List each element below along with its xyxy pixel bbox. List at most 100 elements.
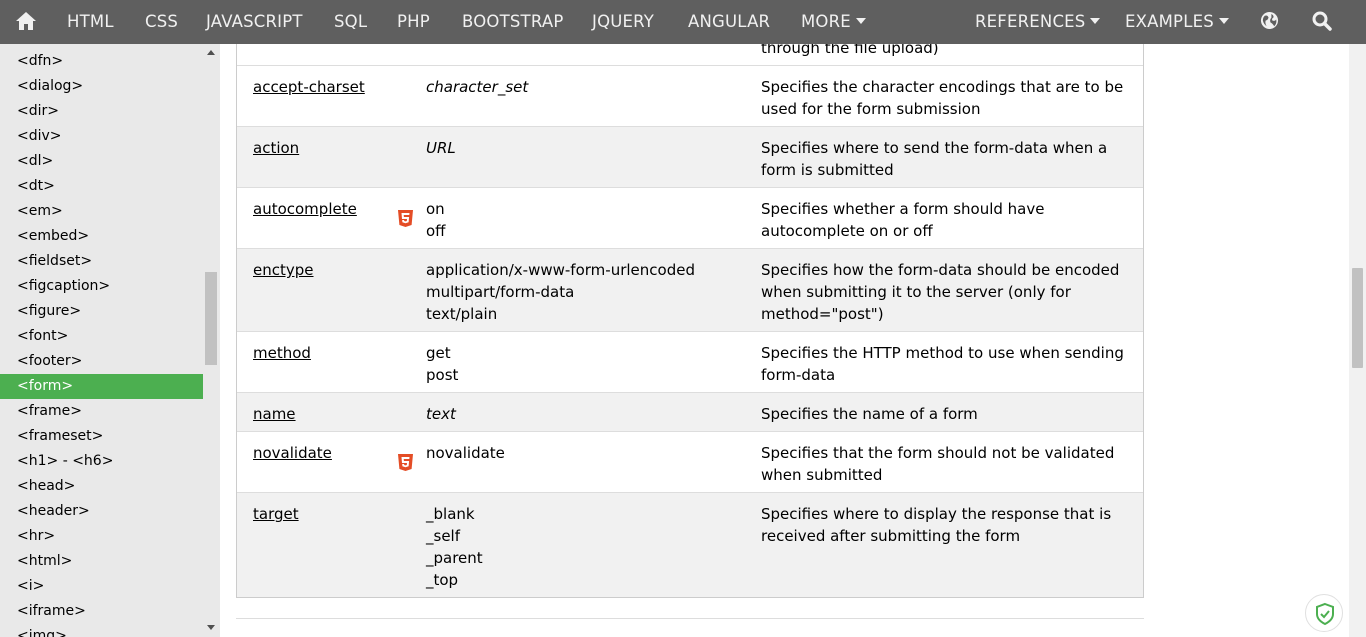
nav-javascript[interactable]: JAVASCRIPT [206,0,303,44]
caret-down-icon [1090,17,1101,24]
html5-badge-icon [398,454,413,477]
nav-bootstrap[interactable]: BOOTSTRAP [462,0,563,44]
value-cell: application/x-www-form-urlencoded multipa… [426,259,695,325]
value-line: off [426,222,446,240]
table-row: accept-charset character_set Specifies the… [237,65,1143,126]
attribute-link[interactable]: accept-charset [253,76,365,98]
value-line: _parent [426,549,483,567]
value-line: _self [426,527,460,545]
description-cell: Specifies how the form-data should be en… [761,261,1120,323]
nav-examples-dropdown[interactable]: EXAMPLES [1125,0,1229,44]
sidebar-scrollbar[interactable] [203,44,220,637]
value-line: post [426,366,459,384]
main-content: through the file upload) accept-charset c… [220,44,1349,637]
shield-check-button[interactable] [1305,594,1343,632]
table-row: enctype application/x-www-form-urlencoded… [237,248,1143,331]
sidebar-item[interactable]: <dt> [0,174,203,199]
sidebar-item[interactable]: <frameset> [0,424,203,449]
divider [236,618,1144,619]
nav-jquery[interactable]: JQUERY [592,0,654,44]
value-cell: _blank _self _parent _top [426,503,483,591]
page-scrollbar[interactable] [1349,44,1366,637]
sidebar-item[interactable]: <h1> - <h6> [0,449,203,474]
sidebar-item[interactable]: <dialog> [0,74,203,99]
sidebar-item[interactable]: <font> [0,324,203,349]
description-cell: Specifies the character encodings that a… [761,78,1124,118]
sidebar-item[interactable]: <em> [0,199,203,224]
value-line: text/plain [426,305,498,323]
table-row-partial: through the file upload) [237,44,1143,65]
nav-more-label: MORE [801,12,851,31]
sidebar-item[interactable]: <fieldset> [0,249,203,274]
sidebar-item[interactable]: <iframe> [0,599,203,624]
value-cell: URL [426,137,456,159]
value-line: _blank [426,505,475,523]
shield-check-icon [1316,602,1334,626]
value-cell: on off [426,198,446,242]
home-button[interactable] [0,0,52,44]
home-icon [16,12,36,30]
value-line: application/x-www-form-urlencoded [426,261,695,279]
attribute-link[interactable]: method [253,342,311,364]
nav-references-dropdown[interactable]: REFERENCES [975,0,1101,44]
nav-css[interactable]: CSS [145,0,178,44]
description-cell: Specifies where to send the form-data wh… [761,139,1108,179]
html5-badge-icon [398,210,413,233]
sidebar-item[interactable]: <html> [0,549,203,574]
sidebar-scroll-thumb[interactable] [205,272,217,365]
sidebar-item[interactable]: <form> [0,374,203,399]
value-line: URL [426,139,456,157]
value-cell: novalidate [426,442,505,464]
search-button[interactable] [1312,0,1334,44]
sidebar-item[interactable]: <head> [0,474,203,499]
attribute-link[interactable]: autocomplete [253,198,357,220]
partial-description: through the file upload) [761,44,939,57]
attribute-link[interactable]: name [253,403,296,425]
sidebar-item[interactable]: <dfn> [0,49,203,74]
attribute-link[interactable]: action [253,137,299,159]
scroll-down-icon[interactable] [207,625,215,630]
value-line: text [426,405,456,423]
value-line: novalidate [426,444,505,462]
sidebar-item[interactable]: <figure> [0,299,203,324]
nav-examples-label: EXAMPLES [1125,12,1214,31]
sidebar-tag-list: <dfn> <dialog> <dir> <div> <dl> <dt> <em> <embe… [0,44,220,637]
scroll-up-icon[interactable] [207,50,215,55]
description-cell: Specifies whether a form should have aut… [761,200,1045,240]
sidebar-item[interactable]: <frame> [0,399,203,424]
globe-icon [1260,11,1279,30]
sidebar-item[interactable]: <header> [0,499,203,524]
value-line: multipart/form-data [426,283,575,301]
nav-html[interactable]: HTML [67,0,114,44]
sidebar-item[interactable]: <img> [0,624,203,637]
value-cell: get post [426,342,458,386]
language-button[interactable] [1260,0,1282,44]
value-line: character_set [426,78,529,96]
nav-more-dropdown[interactable]: MORE [801,0,866,44]
description-cell: Specifies the name of a form [761,405,978,423]
sidebar-item[interactable]: <div> [0,124,203,149]
sidebar-item[interactable]: <footer> [0,349,203,374]
page-scroll-thumb[interactable] [1352,268,1363,368]
sidebar-item[interactable]: <i> [0,574,203,599]
attribute-link[interactable]: target [253,503,299,525]
sidebar-item[interactable]: <dir> [0,99,203,124]
nav-references-label: REFERENCES [975,12,1086,31]
form-attributes-table: through the file upload) accept-charset c… [236,44,1144,598]
description-cell: Specifies where to display the response … [761,505,1112,545]
nav-angular[interactable]: ANGULAR [688,0,770,44]
value-line: _top [426,571,459,589]
nav-sql[interactable]: SQL [334,0,367,44]
sidebar-item[interactable]: <figcaption> [0,274,203,299]
attribute-link[interactable]: enctype [253,259,314,281]
attribute-link[interactable]: novalidate [253,442,332,464]
table-row: action URL Specifies where to send the for… [237,126,1143,187]
sidebar-item[interactable]: <hr> [0,524,203,549]
search-icon [1312,11,1332,31]
table-row: novalidate novalidate Specifies that the f… [237,431,1143,492]
value-line: get [426,344,451,362]
table-row: target _blank _self _parent _top Specifies wh… [237,492,1143,597]
sidebar-item[interactable]: <embed> [0,224,203,249]
nav-php[interactable]: PHP [397,0,430,44]
sidebar-item[interactable]: <dl> [0,149,203,174]
